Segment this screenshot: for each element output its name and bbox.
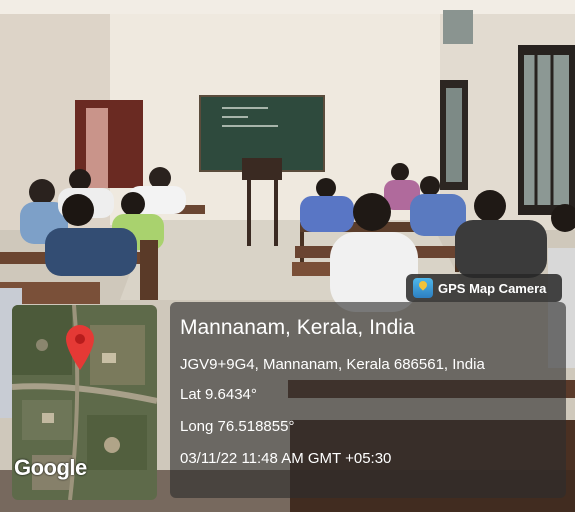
longitude-text: Long 76.518855°	[180, 418, 295, 435]
gps-map-camera-app-icon	[413, 278, 433, 298]
classroom-photo: Google GPS Map Camera Mannanam, Kerala, …	[0, 0, 575, 512]
location-title: Mannanam, Kerala, India	[180, 316, 415, 339]
address-text: JGV9+9G4, Mannanam, Kerala 686561, India	[180, 356, 485, 373]
gps-map-camera-badge: GPS Map Camera	[406, 274, 562, 302]
location-overlay: Mannanam, Kerala, India JGV9+9G4, Mannan…	[170, 302, 566, 498]
datetime-text: 03/11/22 11:48 AM GMT +05:30	[180, 450, 392, 467]
latitude-text: Lat 9.6434°	[180, 386, 257, 403]
app-name: GPS Map Camera	[438, 280, 547, 296]
google-logo: Google	[14, 455, 87, 480]
map-pin-icon	[66, 325, 94, 370]
